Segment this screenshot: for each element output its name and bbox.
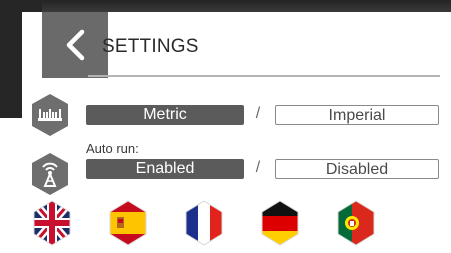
page-title: SETTINGS — [102, 36, 199, 57]
autorun-enabled-option[interactable]: Enabled — [86, 159, 244, 179]
spain-flag-icon[interactable] — [108, 200, 148, 246]
units-imperial-option[interactable]: Imperial — [275, 105, 439, 125]
backdrop-top-edge — [0, 0, 451, 12]
ruler-icon — [30, 93, 70, 137]
chevron-left-icon — [64, 29, 86, 61]
germany-flag-icon[interactable] — [260, 200, 300, 246]
france-flag-icon[interactable] — [184, 200, 224, 246]
autorun-separator: / — [255, 159, 261, 176]
back-button[interactable] — [42, 12, 108, 78]
autorun-label: Auto run: — [86, 141, 139, 156]
portugal-flag-icon[interactable] — [336, 200, 376, 246]
autorun-disabled-option[interactable]: Disabled — [275, 159, 439, 179]
units-metric-option[interactable]: Metric — [86, 105, 244, 125]
uk-flag-icon[interactable] — [32, 200, 72, 246]
antenna-icon — [30, 152, 70, 196]
units-separator: / — [255, 105, 261, 122]
settings-panel: SETTINGS Metric / Imperial Auto run: Ena — [22, 12, 451, 253]
title-divider — [88, 75, 440, 77]
